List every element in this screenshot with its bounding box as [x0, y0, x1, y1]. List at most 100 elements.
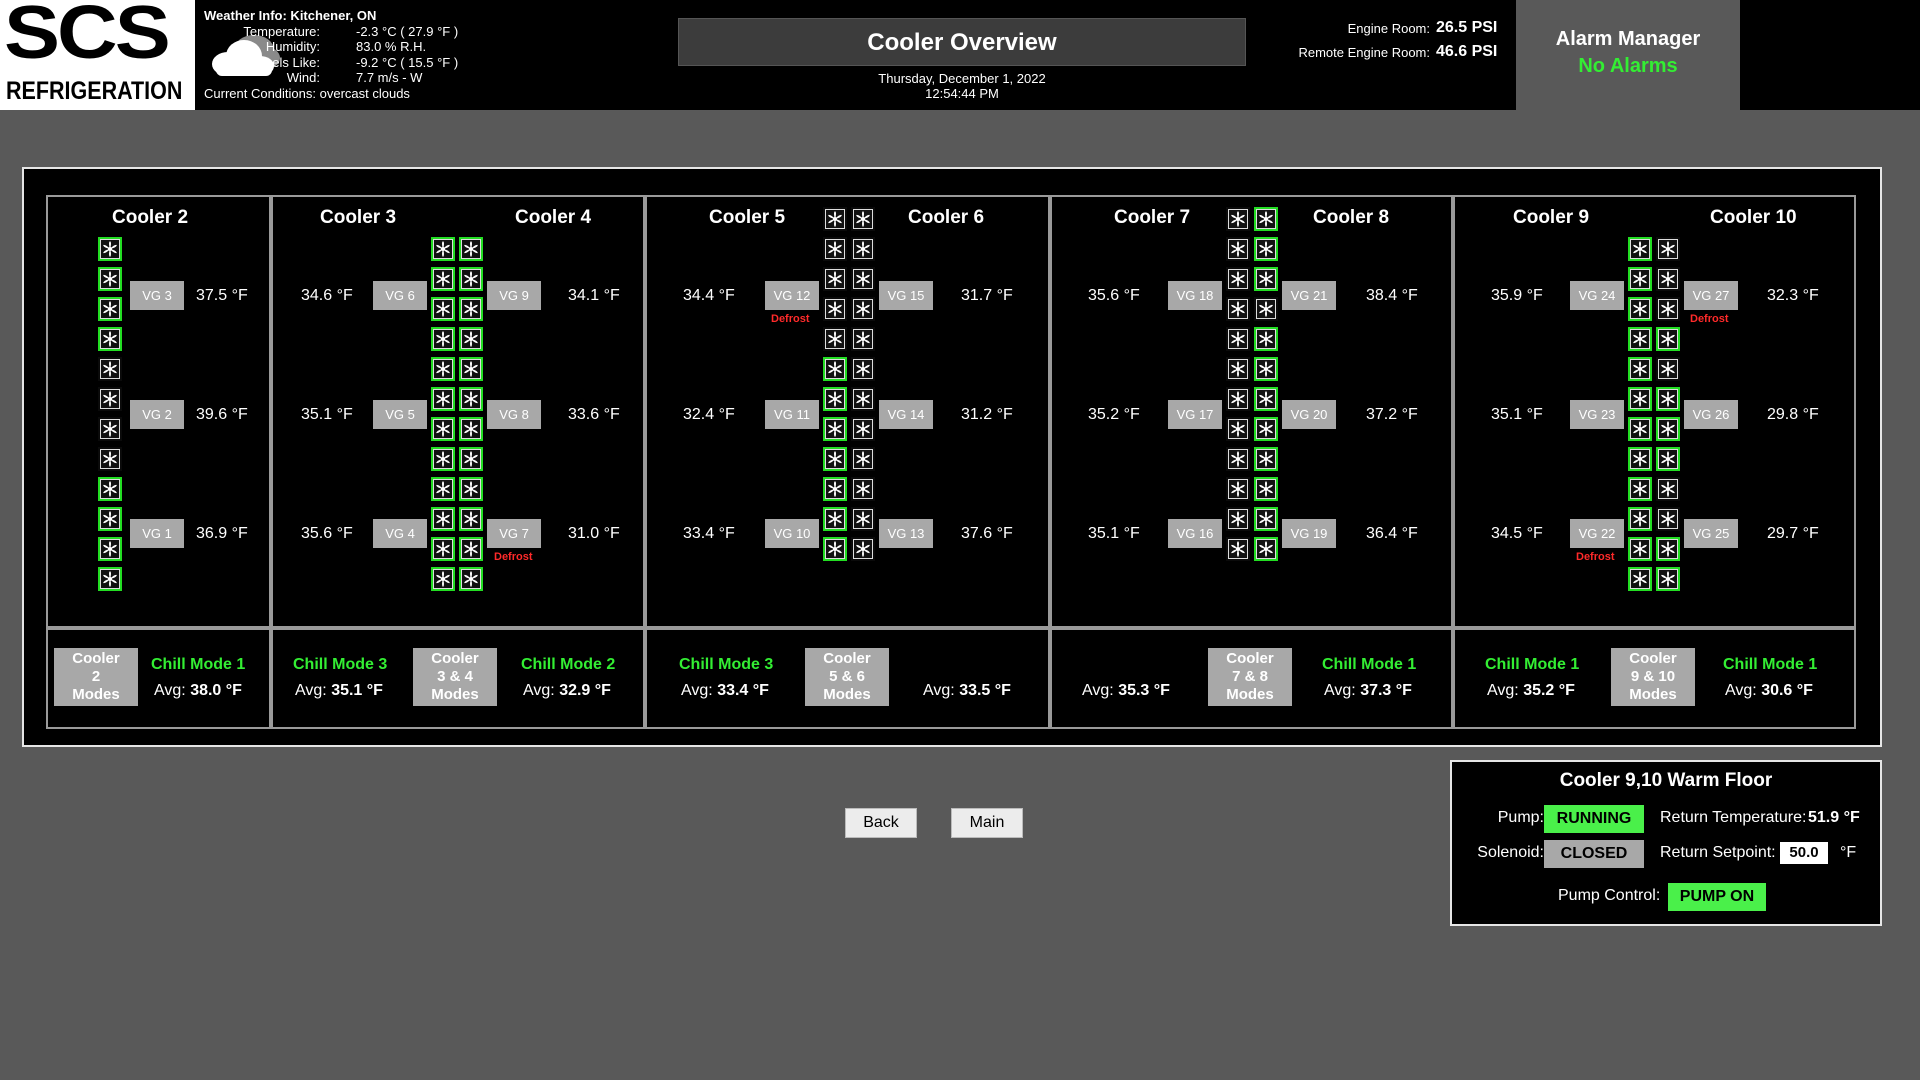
pressure-value: 26.5 PSI [1436, 19, 1498, 36]
cooler-modes-button[interactable]: Cooler 7 & 8 Modes [1208, 648, 1292, 706]
alarm-title: Alarm Manager [1555, 28, 1701, 50]
vg-button[interactable]: VG 25 [1684, 519, 1738, 548]
mode-button-line: 7 & 8 [1232, 668, 1268, 685]
fan-icon [1656, 417, 1680, 441]
cooler-title: Cooler 3 [320, 207, 397, 228]
vg-button[interactable]: VG 14 [879, 400, 933, 429]
fan-icon [431, 567, 455, 591]
modes-section: Avg: 35.3 °F Cooler 7 & 8 Modes Chill Mo… [1050, 628, 1453, 729]
pressure-value: 46.6 PSI [1436, 43, 1498, 60]
vg-button[interactable]: VG 18 [1168, 281, 1222, 310]
fan-icon [851, 387, 875, 411]
return-setpoint-input[interactable]: 50.0 [1780, 842, 1828, 864]
avg-value: 33.5 °F [959, 682, 1011, 699]
fan-icon [1226, 447, 1250, 471]
vg-temperature: 34.1 °F [568, 287, 620, 304]
vg-button[interactable]: VG 13 [879, 519, 933, 548]
vg-temperature: 35.1 °F [1491, 406, 1543, 423]
vg-button[interactable]: VG 10 [765, 519, 819, 548]
fan-icon [431, 327, 455, 351]
pump-control-button[interactable]: PUMP ON [1668, 883, 1766, 911]
vg-button[interactable]: VG 7 [487, 519, 541, 548]
fan-icon [823, 327, 847, 351]
vg-button[interactable]: VG 8 [487, 400, 541, 429]
vg-button[interactable]: VG 17 [1168, 400, 1222, 429]
fan-icon [1628, 327, 1652, 351]
average-temp: Avg: 38.0 °F [154, 682, 242, 700]
vg-button[interactable]: VG 6 [373, 281, 427, 310]
vg-button[interactable]: VG 16 [1168, 519, 1222, 548]
cooler-modes-button[interactable]: Cooler 9 & 10 Modes [1611, 648, 1695, 706]
avg-value: 37.3 °F [1360, 682, 1412, 699]
vg-button[interactable]: VG 2 [130, 400, 184, 429]
fan-icon [98, 477, 122, 501]
vg-temperature: 35.1 °F [301, 406, 353, 423]
vg-button[interactable]: VG 1 [130, 519, 184, 548]
vg-button[interactable]: VG 26 [1684, 400, 1738, 429]
modes-section: Chill Mode 3 Avg: 33.4 °F Cooler 5 & 6 M… [645, 628, 1050, 729]
weather-row: Wind: 7.7 m/s - W [204, 70, 474, 86]
vg-temperature: 35.1 °F [1088, 525, 1140, 542]
vg-temperature: 29.7 °F [1767, 525, 1819, 542]
mode-button-line: Modes [72, 686, 120, 703]
fan-icon [1254, 537, 1278, 561]
cooler-title: Cooler 7 [1114, 207, 1191, 228]
vg-button[interactable]: VG 15 [879, 281, 933, 310]
avg-value: 35.1 °F [331, 682, 383, 699]
avg-label: Avg: [154, 682, 186, 699]
main-button[interactable]: Main [951, 808, 1023, 838]
fan-icon [431, 387, 455, 411]
vg-temperature: 32.3 °F [1767, 287, 1819, 304]
fan-icon [98, 417, 122, 441]
weather-title: Weather Info: Kitchener, ON [204, 8, 377, 23]
vg-temperature: 33.6 °F [568, 406, 620, 423]
vg-temperature: 32.4 °F [683, 406, 735, 423]
avg-value: 32.9 °F [559, 682, 611, 699]
vg-temperature: 37.6 °F [961, 525, 1013, 542]
fan-icon [459, 387, 483, 411]
datetime: Thursday, December 1, 2022 12:54:44 PM [678, 71, 1246, 101]
fan-icon [98, 507, 122, 531]
date-text: Thursday, December 1, 2022 [878, 71, 1046, 86]
fan-icon [459, 477, 483, 501]
cooler-modes-button[interactable]: Cooler 5 & 6 Modes [805, 648, 889, 706]
chill-mode: Chill Mode 3 [293, 656, 388, 673]
vg-temperature: 35.6 °F [301, 525, 353, 542]
vg-button[interactable]: VG 5 [373, 400, 427, 429]
vg-temperature: 31.0 °F [568, 525, 620, 542]
vg-button[interactable]: VG 9 [487, 281, 541, 310]
mode-button-line: Cooler [823, 650, 871, 667]
vg-button[interactable]: VG 23 [1570, 400, 1624, 429]
cooler-modes-button[interactable]: Cooler 3 & 4 Modes [413, 648, 497, 706]
vg-button[interactable]: VG 21 [1282, 281, 1336, 310]
fan-icon [459, 507, 483, 531]
vg-button[interactable]: VG 11 [765, 400, 819, 429]
fan-icon [823, 357, 847, 381]
vg-button[interactable]: VG 22 [1570, 519, 1624, 548]
mode-button-line: Cooler [431, 650, 479, 667]
modes-section: Chill Mode 3 Avg: 35.1 °F Cooler 3 & 4 M… [271, 628, 645, 729]
average-temp: Avg: 30.6 °F [1725, 682, 1813, 700]
vg-button[interactable]: VG 19 [1282, 519, 1336, 548]
alarm-manager-button[interactable]: Alarm Manager No Alarms [1516, 0, 1740, 110]
vg-button[interactable]: VG 4 [373, 519, 427, 548]
vg-button[interactable]: VG 12 [765, 281, 819, 310]
fan-icon [459, 537, 483, 561]
avg-value: 30.6 °F [1761, 682, 1813, 699]
vg-button[interactable]: VG 3 [130, 281, 184, 310]
fan-icon [1656, 267, 1680, 291]
fan-icon [459, 327, 483, 351]
fan-icon [1254, 297, 1278, 321]
vg-temperature: 35.9 °F [1491, 287, 1543, 304]
fan-icon [1226, 417, 1250, 441]
fan-icon [459, 237, 483, 261]
defrost-indicator: Defrost [771, 313, 810, 325]
vg-temperature: 35.6 °F [1088, 287, 1140, 304]
cooler-modes-button[interactable]: Cooler 2 Modes [54, 648, 138, 706]
back-button[interactable]: Back [845, 808, 917, 838]
fan-icon [1226, 327, 1250, 351]
vg-button[interactable]: VG 27 [1684, 281, 1738, 310]
fan-icon [98, 297, 122, 321]
vg-button[interactable]: VG 20 [1282, 400, 1336, 429]
vg-button[interactable]: VG 24 [1570, 281, 1624, 310]
